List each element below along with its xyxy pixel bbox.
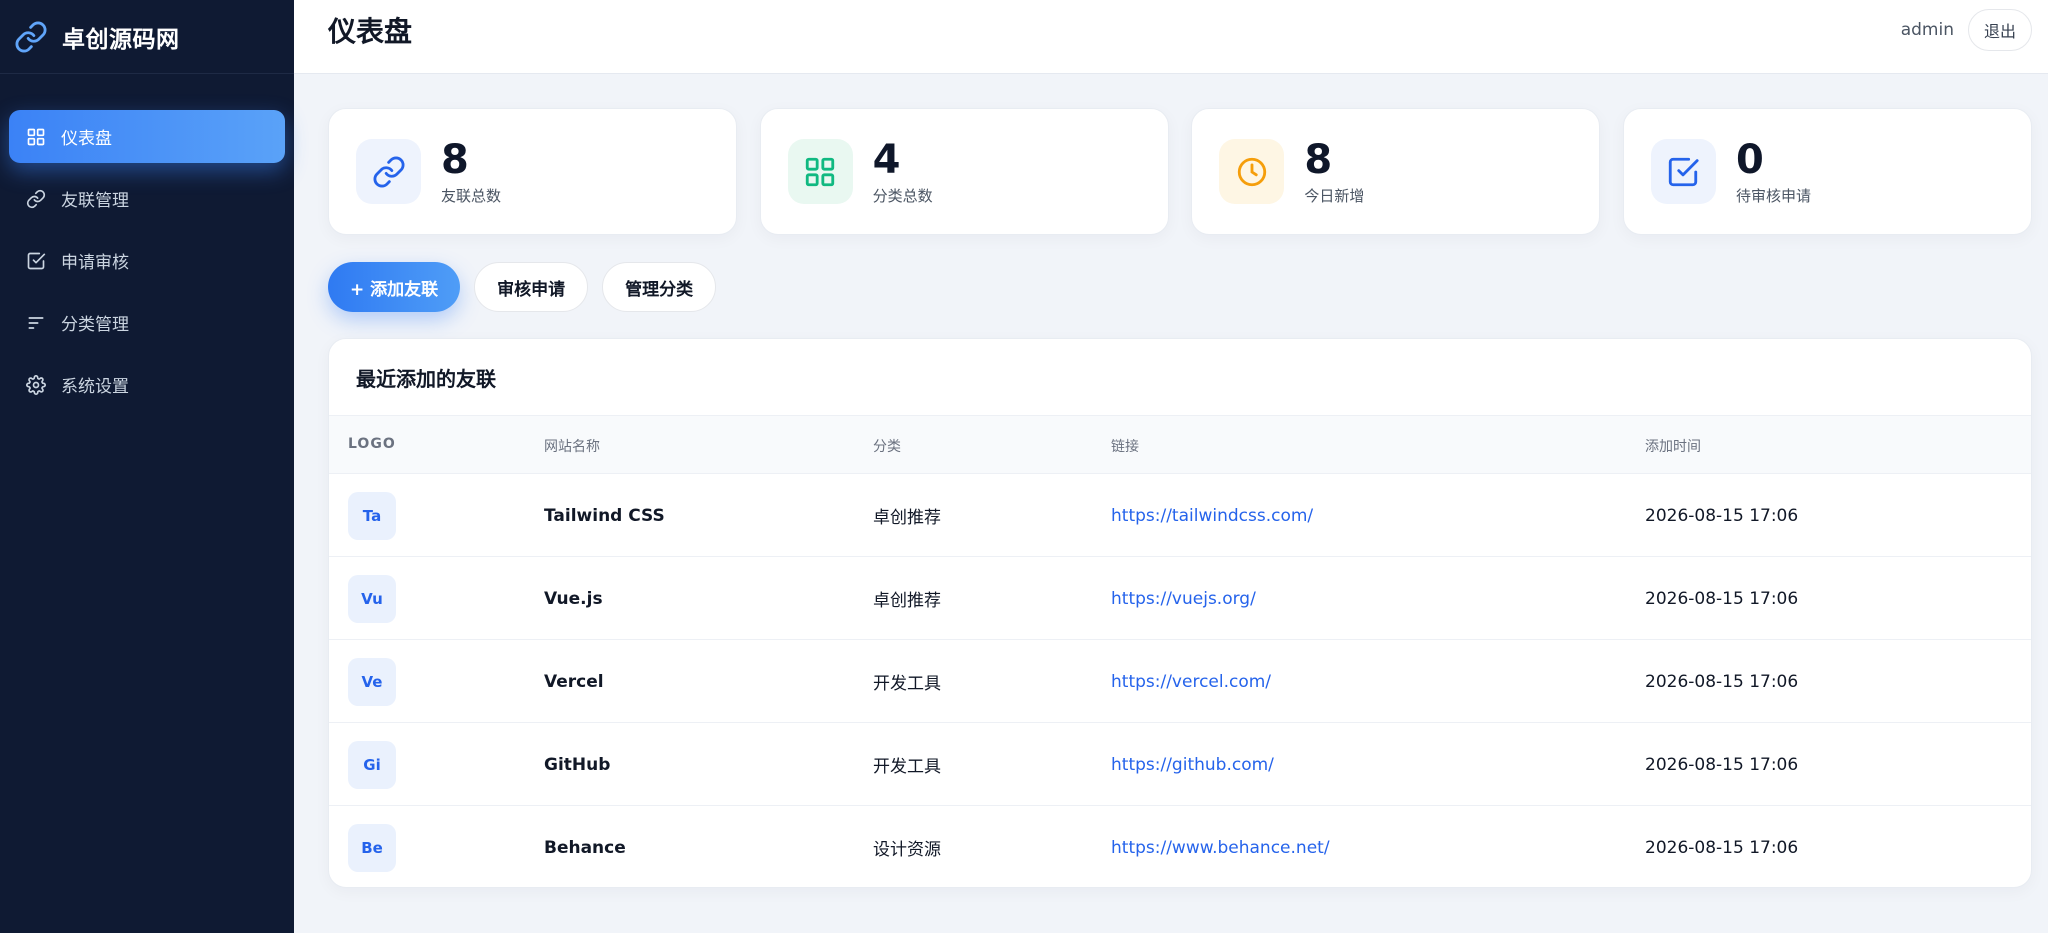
site-name: Vue.js xyxy=(544,588,603,609)
sidebar-item-label: 友联管理 xyxy=(61,191,129,211)
brand-name: 卓创源码网 xyxy=(62,26,180,53)
add-link-button[interactable]: + 添加友联 xyxy=(328,262,461,312)
stat-value: 0 xyxy=(1735,137,1764,183)
stat-label: 友联总数 xyxy=(441,187,502,205)
site-name: Tailwind CSS xyxy=(544,505,665,526)
stat-value: 8 xyxy=(1304,137,1333,183)
stat-icon-box xyxy=(1650,139,1716,204)
link-icon xyxy=(373,156,404,187)
stat-label: 待审核申请 xyxy=(1735,187,1811,205)
table-header: LOGO 网站名称 分类 链接 添加时间 xyxy=(329,416,2031,474)
stat-value: 4 xyxy=(872,137,901,183)
table-row: Vu Vue.js 卓创推荐 https://vuejs.org/ 2026-0… xyxy=(329,557,2031,640)
stat-icon-box xyxy=(1219,139,1285,204)
sidebar-item-label: 系统设置 xyxy=(61,377,129,397)
sidebar: 卓创源码网 仪表盘 友联管理 申请审核 分类管理 系统设置 xyxy=(0,0,294,933)
table-row: Ta Tailwind CSS 卓创推荐 https://tailwindcss… xyxy=(329,474,2031,557)
site-category: 开发工具 xyxy=(873,674,941,694)
stat-label: 今日新增 xyxy=(1304,187,1365,205)
grid-icon xyxy=(805,157,835,186)
sidebar-item-dashboard[interactable]: 仪表盘 xyxy=(9,110,285,163)
added-time: 2026-08-15 17:06 xyxy=(1645,588,1799,609)
grid-icon xyxy=(27,128,45,145)
stats-row: 8 友联总数 4 分类总数 8 今日新增 0 待审核申请 xyxy=(328,108,2032,235)
stat-value: 8 xyxy=(441,137,469,183)
site-name: Vercel xyxy=(544,671,604,692)
filter-lines-icon xyxy=(28,316,44,329)
sidebar-item-links[interactable]: 友联管理 xyxy=(9,172,285,225)
table-row: Ve Vercel 开发工具 https://vercel.com/ 2026-… xyxy=(329,640,2031,723)
page-title: 仪表盘 xyxy=(328,14,413,48)
link-icon xyxy=(26,189,46,208)
site-category: 卓创推荐 xyxy=(873,591,941,611)
site-category: 开发工具 xyxy=(873,757,941,777)
stat-card-today: 8 今日新增 xyxy=(1191,108,1601,235)
stat-icon-box xyxy=(787,139,853,204)
stat-card-categories: 4 分类总数 xyxy=(759,108,1169,235)
site-link[interactable]: https://github.com/ xyxy=(1111,755,1274,775)
site-link[interactable]: https://tailwindcss.com/ xyxy=(1111,506,1313,526)
clock-icon xyxy=(1237,157,1266,186)
brand[interactable]: 卓创源码网 xyxy=(0,0,294,74)
site-name: Behance xyxy=(544,837,626,858)
checkbox-icon xyxy=(27,252,46,269)
stat-label: 分类总数 xyxy=(872,187,933,205)
added-time: 2026-08-15 17:06 xyxy=(1645,837,1799,858)
site-logo: Ve xyxy=(348,657,396,706)
sidebar-item-categories[interactable]: 分类管理 xyxy=(9,296,285,349)
header: 仪表盘 admin 退出 xyxy=(294,0,2048,74)
site-category: 设计资源 xyxy=(873,840,941,860)
stat-icon-box xyxy=(356,139,421,204)
sidebar-item-label: 分类管理 xyxy=(61,315,129,335)
site-category: 卓创推荐 xyxy=(873,508,941,528)
sidebar-item-settings[interactable]: 系统设置 xyxy=(9,358,285,411)
site-logo: Be xyxy=(348,823,396,872)
card-title: 最近添加的友联 xyxy=(329,339,2031,416)
added-time: 2026-08-15 17:06 xyxy=(1645,754,1799,775)
site-name: GitHub xyxy=(544,754,611,775)
column-header-time: 添加时间 xyxy=(1645,439,1701,455)
site-link[interactable]: https://vuejs.org/ xyxy=(1111,589,1256,609)
stat-card-links: 8 友联总数 xyxy=(328,108,737,235)
column-header-name: 网站名称 xyxy=(544,439,600,455)
stat-card-pending: 0 待审核申请 xyxy=(1622,108,2032,235)
manage-categories-button[interactable]: 管理分类 xyxy=(602,262,717,312)
column-header-logo: LOGO xyxy=(348,436,396,452)
added-time: 2026-08-15 17:06 xyxy=(1645,671,1799,692)
review-requests-button[interactable]: 审核申请 xyxy=(474,262,589,312)
sidebar-nav: 仪表盘 友联管理 申请审核 分类管理 系统设置 xyxy=(0,74,294,411)
action-bar: + 添加友联 审核申请 管理分类 xyxy=(328,262,730,312)
user-name: admin xyxy=(1900,19,1954,40)
header-user-area: admin 退出 xyxy=(1900,8,2032,51)
table-row: Gi GitHub 开发工具 https://github.com/ 2026-… xyxy=(329,723,2031,806)
site-link[interactable]: https://vercel.com/ xyxy=(1111,672,1271,692)
column-header-category: 分类 xyxy=(873,439,901,455)
checkbox-icon xyxy=(1669,157,1700,186)
logout-button[interactable]: 退出 xyxy=(1967,8,2032,51)
gear-icon xyxy=(26,374,46,395)
table-row: Be Behance 设计资源 https://www.behance.net/… xyxy=(329,806,2031,887)
sidebar-item-review[interactable]: 申请审核 xyxy=(9,234,285,287)
recent-links-card: 最近添加的友联 LOGO 网站名称 分类 链接 添加时间 Ta Tailwind… xyxy=(328,338,2032,888)
site-logo: Ta xyxy=(348,491,396,540)
column-header-link: 链接 xyxy=(1111,439,1139,455)
sidebar-item-label: 申请审核 xyxy=(61,253,129,273)
added-time: 2026-08-15 17:06 xyxy=(1645,505,1799,526)
link-icon xyxy=(15,21,47,52)
site-link[interactable]: https://www.behance.net/ xyxy=(1111,838,1330,858)
site-logo: Gi xyxy=(348,740,396,789)
site-logo: Vu xyxy=(348,574,396,623)
sidebar-item-label: 仪表盘 xyxy=(61,129,112,149)
